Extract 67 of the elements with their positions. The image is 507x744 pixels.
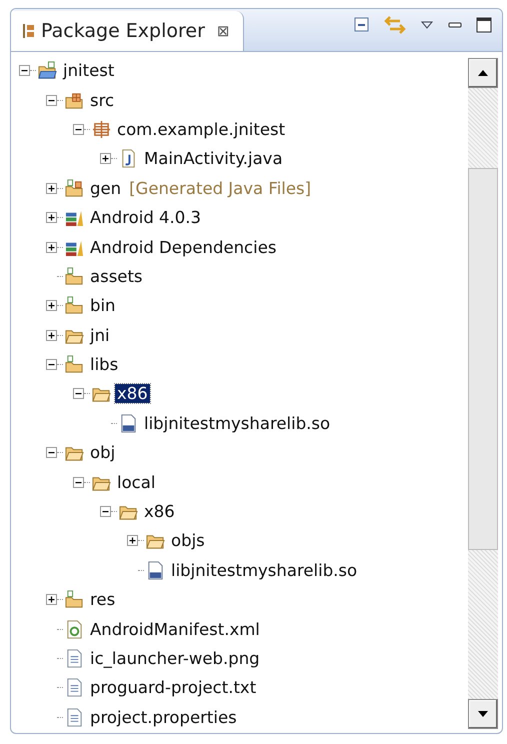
tree-item[interactable]: com.example.jnitest [115,120,288,139]
tree-item[interactable]: jni [88,326,112,345]
expand-toggle[interactable] [127,535,138,546]
scroll-up-button[interactable] [468,58,498,88]
tree-item[interactable]: AndroidManifest.xml [88,620,262,639]
view-tab[interactable]: Package Explorer ⊠ [11,11,244,51]
tree-item[interactable]: x86 [142,502,177,522]
text-file-icon [65,708,84,727]
tree-item[interactable]: jnitest [61,61,116,80]
close-icon[interactable]: ⊠ [216,22,230,40]
tree-item[interactable]: res [88,590,118,610]
expand-toggle[interactable] [100,153,111,164]
tree-item-decoration: [Generated Java Files] [129,178,312,198]
folder-with-badge-icon [65,266,84,286]
tree-item[interactable]: Android Dependencies [88,238,278,257]
tree-item[interactable]: Android 4.0.3 [88,208,204,228]
tree-item[interactable]: objs [169,531,207,550]
project-folder-icon [38,61,57,80]
expand-toggle[interactable] [46,212,57,224]
tree-item[interactable]: MainActivity.java [142,149,285,168]
down-arrow-icon [477,710,489,718]
folder-with-badge-icon [65,296,84,316]
tree-item[interactable]: obj [88,443,118,462]
expand-toggle[interactable] [19,65,30,76]
minimize-icon[interactable] [448,21,462,29]
tree-item[interactable]: bin [88,296,118,316]
binary-file-icon [119,414,138,433]
folder-with-badge-icon [65,355,84,374]
tree-item[interactable]: libs [88,355,120,374]
expand-toggle[interactable] [46,447,57,458]
expand-toggle[interactable] [73,388,84,400]
binary-file-icon [146,560,165,580]
expand-toggle[interactable] [46,94,57,106]
view-menu-icon[interactable] [420,20,434,30]
tree-item[interactable]: x86 [115,384,150,404]
expand-toggle[interactable] [46,330,57,341]
expand-toggle[interactable] [46,594,57,606]
expand-toggle[interactable] [73,124,84,135]
tree-item[interactable]: assets [88,266,145,286]
expand-toggle[interactable] [46,359,57,370]
scroll-thumb[interactable] [468,168,498,550]
expand-toggle[interactable] [73,476,84,488]
manifest-file-icon [65,620,84,639]
text-file-icon [65,678,84,698]
tree-item[interactable]: proguard-project.txt [88,678,258,698]
folder-with-badge-icon [65,590,84,610]
expand-toggle[interactable] [100,506,111,518]
collapse-all-icon[interactable] [354,17,370,33]
tree-item[interactable]: libjnitestmysharelib.so [142,414,332,433]
maximize-icon[interactable] [476,17,492,33]
view-title: Package Explorer [41,20,205,42]
expand-toggle[interactable] [46,300,57,312]
package-folder-icon [65,90,84,110]
scroll-down-button[interactable] [468,699,498,729]
tree-item[interactable]: libjnitestmysharelib.so [169,560,360,580]
tree-item[interactable]: ic_launcher-web.png [88,649,262,668]
up-arrow-icon [477,69,489,77]
tree-item[interactable]: gen [88,178,124,198]
tree-item[interactable]: src [88,90,116,110]
tree-item[interactable]: local [115,472,158,492]
expand-toggle[interactable] [46,182,57,194]
generated-folder-icon [65,178,84,198]
expand-toggle[interactable] [46,242,57,253]
package-icon [92,120,111,139]
text-file-icon [65,649,84,668]
package-explorer-icon [23,23,35,39]
tree-item[interactable]: project.properties [88,708,239,727]
